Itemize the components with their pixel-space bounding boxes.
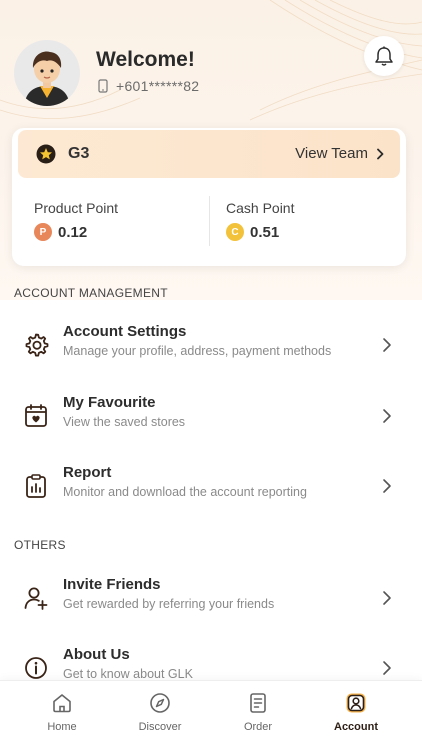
cash-point[interactable]: Cash Point C 0.51 [226, 200, 294, 241]
favourite-calendar-icon [25, 404, 47, 427]
tier-name: G3 [68, 145, 90, 162]
tab-home[interactable]: Home [17, 691, 107, 733]
notification-button[interactable] [364, 36, 404, 76]
tab-label: Home [47, 721, 77, 733]
chevron-right-icon [383, 409, 391, 423]
menu-item-my-favourite[interactable]: My Favourite View the saved stores [0, 382, 422, 452]
gear-icon [25, 333, 49, 357]
section-title-account-management: ACCOUNT MANAGEMENT [14, 286, 168, 300]
cash-point-coin-icon: C [226, 223, 244, 241]
info-icon [25, 657, 47, 679]
tab-discover[interactable]: Discover [115, 691, 205, 733]
section-title-others: OTHERS [14, 538, 66, 552]
tab-label: Discover [138, 721, 182, 733]
phone-icon [98, 79, 108, 93]
view-team-label: View Team [295, 145, 368, 162]
tab-label: Account [334, 721, 378, 733]
menu-item-title: Invite Friends [63, 576, 161, 593]
compass-icon [150, 693, 170, 713]
chevron-right-icon [377, 148, 384, 159]
star-badge-icon [36, 144, 56, 164]
account-icon [346, 693, 366, 713]
phone-number: +601******82 [116, 78, 200, 94]
menu-item-invite-friends[interactable]: Invite Friends Get rewarded by referring… [0, 564, 422, 634]
chevron-right-icon [383, 479, 391, 493]
membership-card: G3 View Team Product Point P 0.12 Cash P… [12, 128, 406, 266]
menu-item-title: My Favourite [63, 394, 156, 411]
tab-account[interactable]: Account [311, 691, 401, 733]
avatar-illustration [24, 51, 70, 106]
avatar[interactable] [14, 40, 80, 106]
product-point-value: 0.12 [58, 223, 88, 241]
tab-order[interactable]: Order [213, 691, 303, 733]
cash-point-value: 0.51 [250, 223, 280, 241]
view-team-link[interactable]: View Team [295, 145, 384, 162]
menu-item-account-settings[interactable]: Account Settings Manage your profile, ad… [0, 311, 422, 381]
product-point-coin-icon: P [34, 223, 52, 241]
tab-label: Order [243, 721, 273, 733]
menu-item-title: Account Settings [63, 323, 187, 340]
cash-point-label: Cash Point [226, 200, 295, 216]
chevron-right-icon [383, 591, 391, 605]
menu-item-subtitle: Manage your profile, address, payment me… [63, 344, 332, 358]
bottom-tab-bar: Home Discover Order Account [0, 680, 422, 751]
product-point[interactable]: Product Point P 0.12 [34, 200, 118, 241]
invite-user-icon [24, 587, 48, 610]
product-point-label: Product Point [34, 200, 119, 216]
phone-row: +601******82 [98, 78, 199, 94]
menu-item-subtitle: Monitor and download the account reporti… [63, 485, 307, 499]
chevron-right-icon [383, 338, 391, 352]
chevron-right-icon [383, 661, 391, 675]
tier-banner[interactable]: G3 View Team [18, 130, 400, 178]
menu-item-subtitle: Get rewarded by referring your friends [63, 597, 275, 611]
menu-item-title: Report [63, 464, 112, 481]
menu-item-subtitle: View the saved stores [63, 415, 186, 429]
menu-item-report[interactable]: Report Monitor and download the account … [0, 452, 422, 522]
report-clipboard-icon [26, 474, 46, 498]
menu-item-title: About Us [63, 646, 130, 663]
welcome-title: Welcome! [96, 48, 195, 71]
points-divider [209, 196, 210, 246]
menu-item-subtitle: Get to know about GLK [63, 667, 193, 681]
bell-icon [375, 46, 393, 66]
home-icon [53, 694, 71, 713]
order-icon [250, 693, 266, 713]
